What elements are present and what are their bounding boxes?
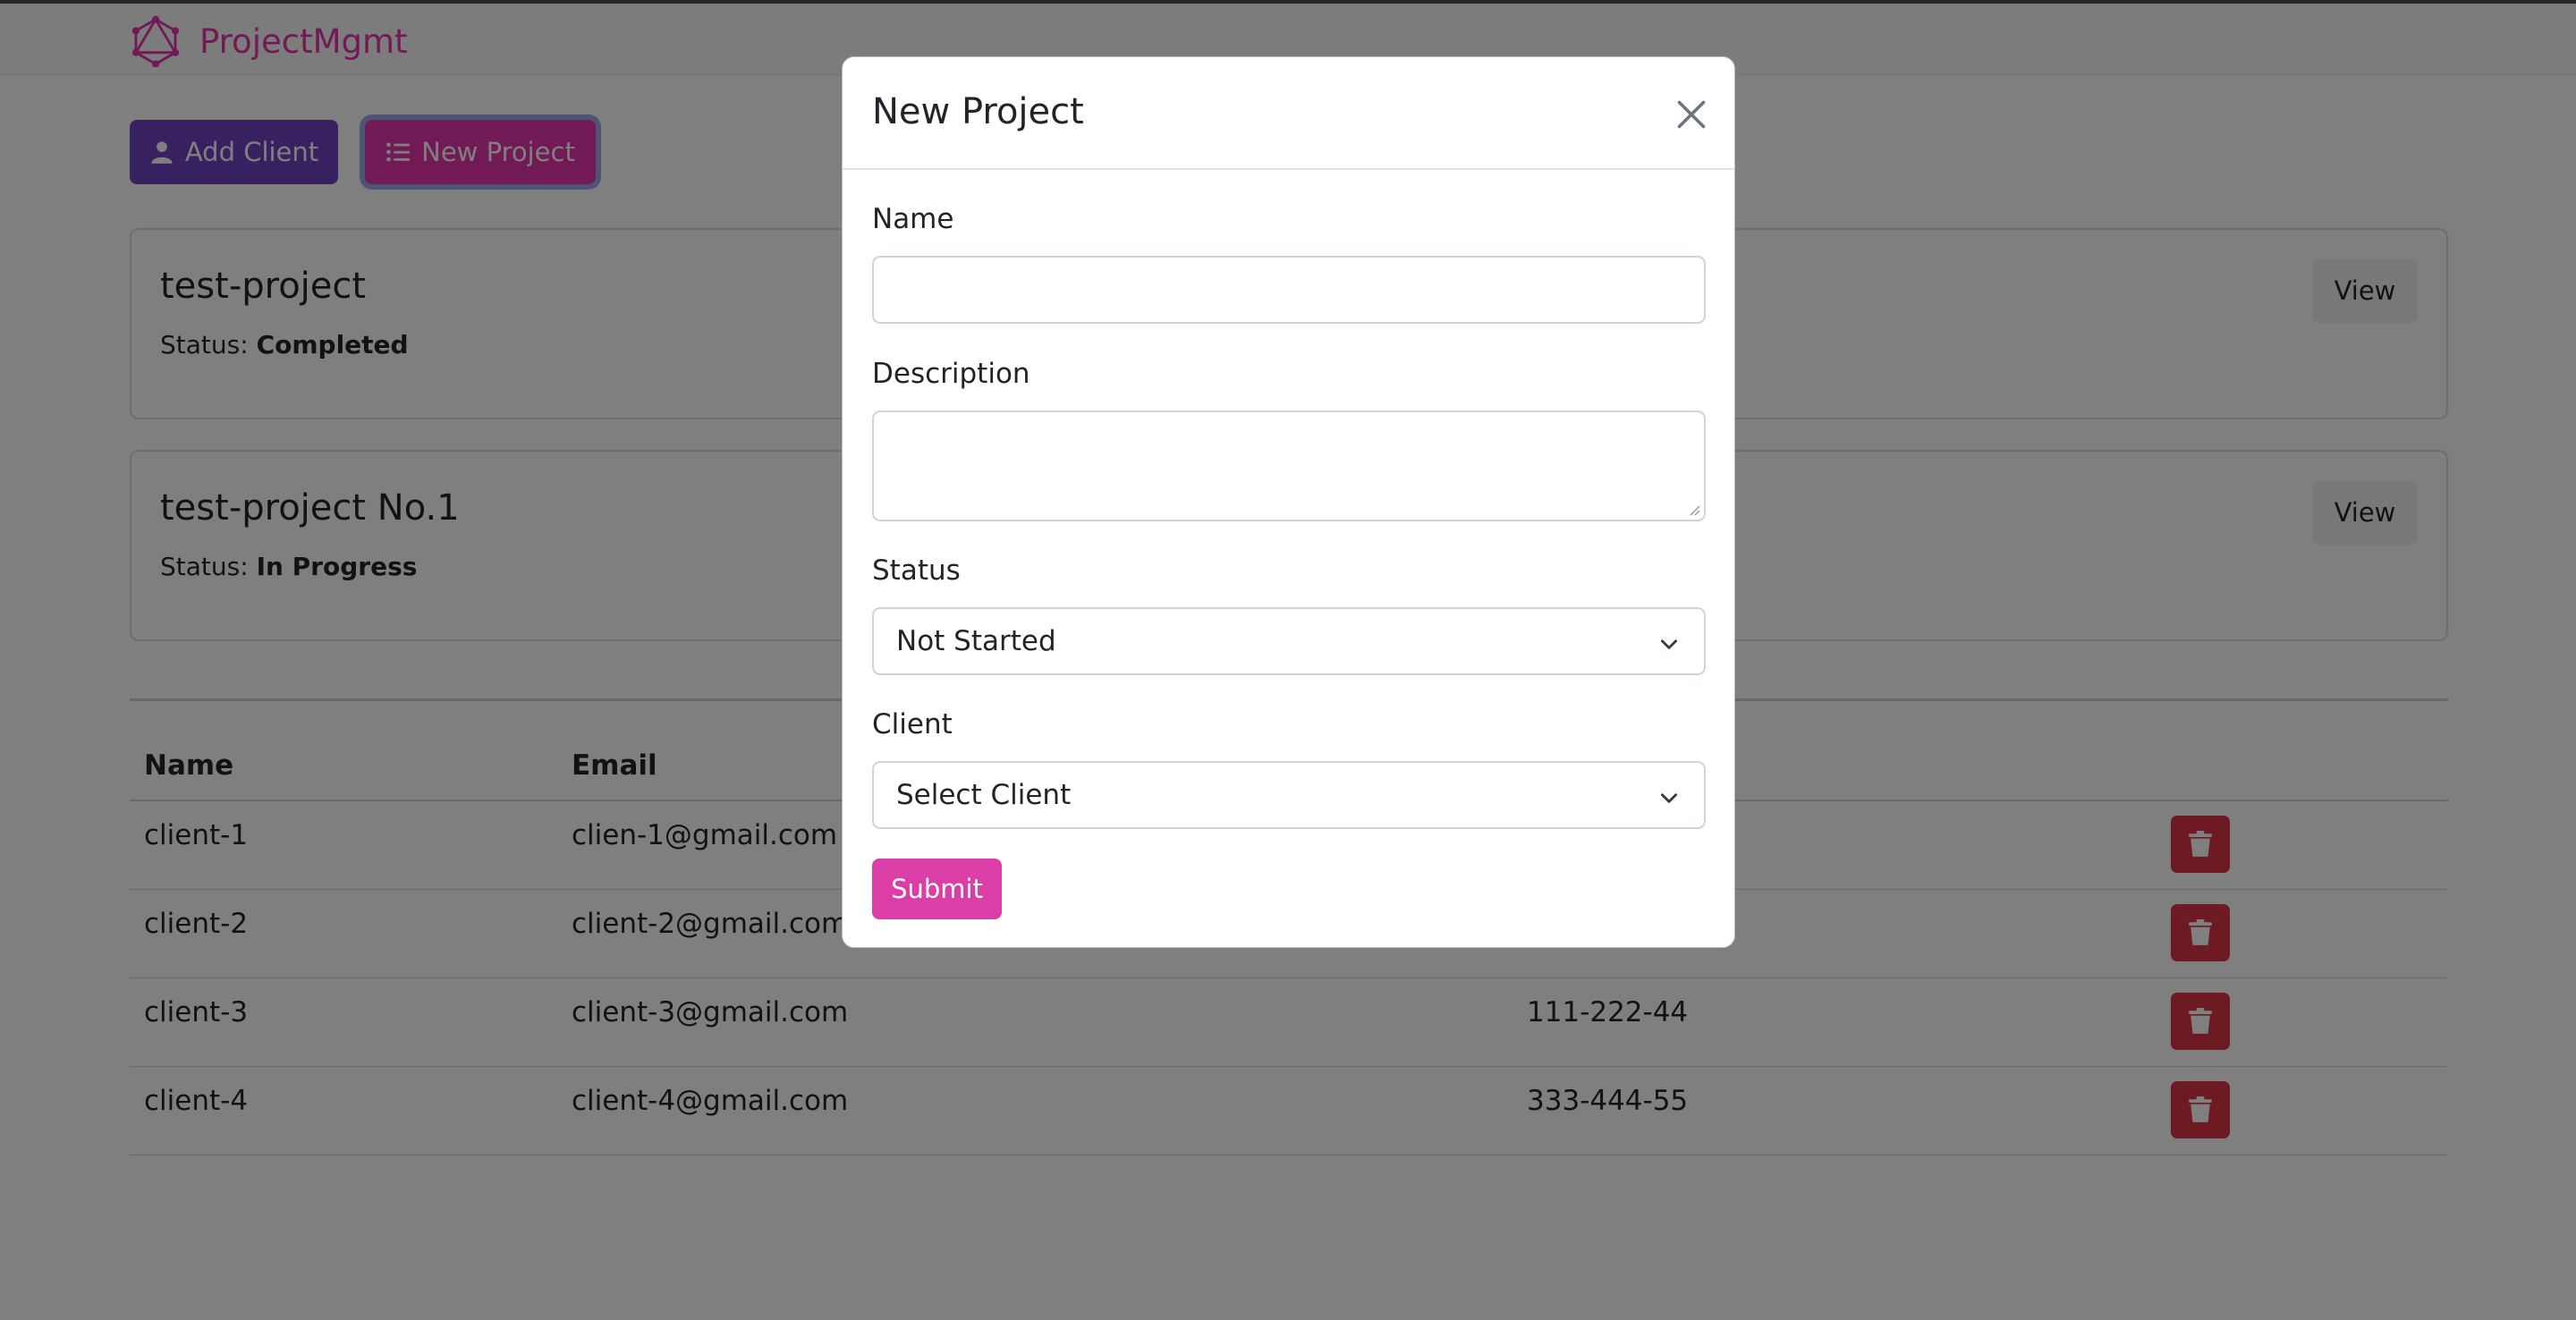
description-field-label: Description [872,358,1030,390]
client-field-label: Client [872,708,953,740]
project-description-textarea[interactable] [872,410,1706,521]
resize-handle-icon[interactable] [1686,502,1700,516]
name-field-label: Name [872,203,954,235]
chevron-down-icon [1661,639,1677,649]
project-name-input[interactable] [872,256,1706,324]
status-select[interactable]: Not Started [872,607,1706,675]
chevron-down-icon [1661,793,1677,803]
new-project-modal: New Project Name Description Status Not … [842,56,1735,948]
close-modal-button[interactable] [1666,89,1716,140]
modal-header: New Project [843,57,1734,170]
status-selected-value: Not Started [896,625,1056,657]
submit-button[interactable]: Submit [872,859,1002,919]
modal-title: New Project [872,91,1084,132]
close-icon [1677,100,1706,129]
status-field-label: Status [872,554,961,587]
client-selected-value: Select Client [896,779,1072,811]
client-select[interactable]: Select Client [872,761,1706,829]
